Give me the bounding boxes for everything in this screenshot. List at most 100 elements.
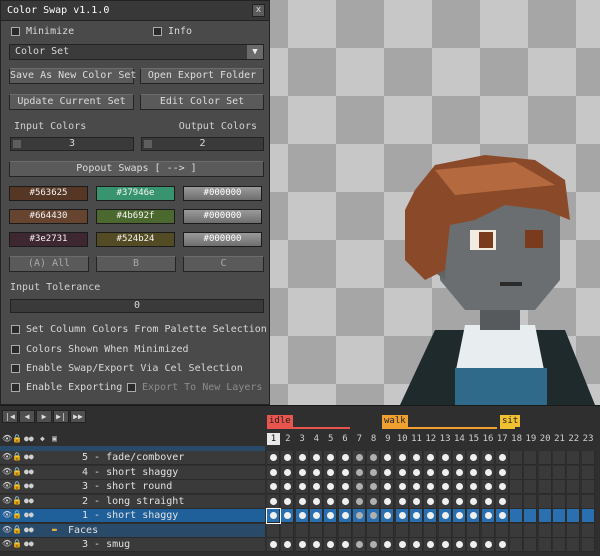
- layers-header-icon[interactable]: ▣: [52, 434, 57, 443]
- cel[interactable]: [309, 509, 323, 523]
- link-header-icon[interactable]: ◆: [40, 434, 45, 443]
- close-button[interactable]: x: [252, 4, 265, 17]
- next-frame-button[interactable]: ▶|: [53, 410, 69, 423]
- cel[interactable]: [452, 538, 466, 552]
- cel[interactable]: [267, 523, 280, 538]
- frame-number[interactable]: 3: [296, 433, 309, 445]
- lock-icon[interactable]: 🔒: [12, 496, 22, 505]
- enable-swap-checkbox[interactable]: Enable Swap/Export Via Cel Selection: [11, 363, 243, 374]
- frame-number[interactable]: 7: [353, 433, 366, 445]
- cel[interactable]: [524, 494, 538, 509]
- cel[interactable]: [324, 509, 338, 523]
- lock-icon[interactable]: 🔒: [12, 539, 22, 548]
- cel[interactable]: [510, 451, 524, 465]
- cel[interactable]: [281, 509, 295, 523]
- lock-icon[interactable]: 🔒: [12, 525, 22, 534]
- cel[interactable]: [581, 538, 595, 552]
- checkbox-box[interactable]: [153, 27, 162, 36]
- cel[interactable]: [395, 509, 409, 523]
- popout-swaps-button[interactable]: Popout Swaps [ --> ]: [9, 161, 264, 177]
- cel[interactable]: [581, 509, 595, 523]
- cel[interactable]: [381, 465, 395, 480]
- cel[interactable]: [510, 494, 524, 509]
- input-color-swatch[interactable]: #37946e: [96, 186, 175, 201]
- layer-row[interactable]: 👁 🔒 ●● 1 - short shaggy: [0, 509, 265, 523]
- cel[interactable]: [510, 538, 524, 552]
- cel[interactable]: [452, 523, 466, 538]
- open-export-folder-button[interactable]: Open Export Folder: [140, 68, 264, 84]
- cel[interactable]: [495, 509, 509, 523]
- layer-row[interactable]: 👁 🔒 ●● 3 - short round: [0, 480, 265, 494]
- cel[interactable]: [267, 451, 280, 465]
- cel[interactable]: [267, 465, 280, 480]
- cel[interactable]: [324, 538, 338, 552]
- cel[interactable]: [553, 465, 566, 480]
- cel[interactable]: [395, 480, 409, 494]
- checkbox-box[interactable]: [11, 27, 20, 36]
- cel[interactable]: [367, 494, 381, 509]
- output-color-swatch[interactable]: #000000: [183, 209, 262, 224]
- cel[interactable]: [467, 451, 481, 465]
- cel[interactable]: [481, 509, 495, 523]
- frame-number[interactable]: 18: [510, 433, 523, 445]
- cel[interactable]: [524, 451, 538, 465]
- spinner-grip[interactable]: [144, 140, 152, 148]
- cel[interactable]: [581, 451, 595, 465]
- frame-number[interactable]: 13: [439, 433, 452, 445]
- cel[interactable]: [438, 494, 452, 509]
- cel[interactable]: [281, 538, 295, 552]
- output-color-swatch[interactable]: #000000: [183, 232, 262, 247]
- lock-icon[interactable]: 🔒: [12, 481, 22, 490]
- cel[interactable]: [438, 465, 452, 480]
- cel[interactable]: [267, 480, 280, 494]
- cel[interactable]: [495, 465, 509, 480]
- cel[interactable]: [438, 480, 452, 494]
- input-tolerance-slider[interactable]: 0: [10, 299, 264, 313]
- cel[interactable]: [309, 538, 323, 552]
- minimize-checkbox[interactable]: Minimize: [11, 26, 74, 37]
- frame-number[interactable]: 5: [324, 433, 337, 445]
- cel[interactable]: [381, 480, 395, 494]
- set-column-colors-checkbox[interactable]: Set Column Colors From Palette Selection: [11, 324, 267, 335]
- cel[interactable]: [524, 480, 538, 494]
- frame-number[interactable]: 2: [281, 433, 294, 445]
- layer-group-row[interactable]: 👁 🔒 ●● ▬ Faces: [0, 523, 265, 538]
- frame-number[interactable]: 8: [367, 433, 380, 445]
- lock-icon[interactable]: 🔒: [12, 467, 22, 476]
- cel[interactable]: [553, 509, 566, 523]
- continuous-icon[interactable]: ●●: [24, 467, 34, 476]
- cel[interactable]: [338, 451, 352, 465]
- cel[interactable]: [581, 480, 595, 494]
- cel[interactable]: [538, 538, 552, 552]
- cel[interactable]: [395, 523, 409, 538]
- cel[interactable]: [281, 451, 295, 465]
- cel[interactable]: [567, 538, 581, 552]
- cel[interactable]: [567, 480, 581, 494]
- cel[interactable]: [281, 480, 295, 494]
- layer-row[interactable]: 👁 🔒 ●● 3 - smug: [0, 538, 265, 552]
- cel[interactable]: [424, 451, 438, 465]
- last-frame-button[interactable]: ▶▶: [70, 410, 86, 423]
- cel[interactable]: [309, 494, 323, 509]
- frame-number[interactable]: 6: [339, 433, 352, 445]
- cel[interactable]: [467, 494, 481, 509]
- checkbox-box[interactable]: [11, 325, 20, 334]
- cel[interactable]: [452, 465, 466, 480]
- cel[interactable]: [267, 494, 280, 509]
- cel[interactable]: [538, 480, 552, 494]
- cel[interactable]: [395, 465, 409, 480]
- layer-row[interactable]: 👁 🔒 ●● 5 - fade/combover: [0, 451, 265, 465]
- cel[interactable]: [553, 451, 566, 465]
- first-frame-button[interactable]: |◀: [2, 410, 18, 423]
- color-set-select[interactable]: Color Set ▼: [9, 44, 264, 60]
- export-new-layers-checkbox[interactable]: Export To New Layers: [127, 382, 262, 393]
- frame-number[interactable]: 20: [539, 433, 552, 445]
- cel[interactable]: [324, 480, 338, 494]
- cel[interactable]: [510, 465, 524, 480]
- continuous-icon[interactable]: ●●: [24, 496, 34, 505]
- cel[interactable]: [410, 538, 423, 552]
- cel[interactable]: [524, 509, 538, 523]
- layer-row[interactable]: 👁 🔒 ●● 4 - short shaggy: [0, 465, 265, 480]
- visibility-icon[interactable]: 👁: [2, 467, 12, 476]
- update-current-set-button[interactable]: Update Current Set: [9, 94, 134, 110]
